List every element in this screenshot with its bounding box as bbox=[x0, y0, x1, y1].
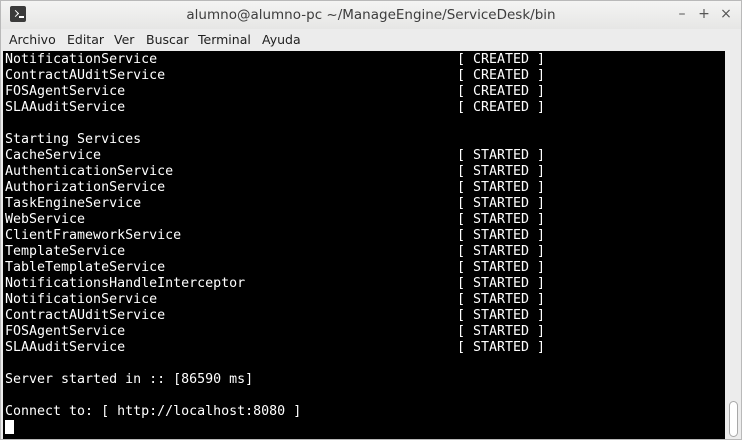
service-status: [ STARTED ] bbox=[457, 164, 546, 179]
service-status: [ STARTED ] bbox=[457, 148, 546, 163]
terminal-line: FOSAgentService [ STARTED ] bbox=[5, 324, 545, 340]
terminal-line: WebService [ STARTED ] bbox=[5, 212, 545, 228]
terminal-line-text: TableTemplateService bbox=[5, 260, 166, 275]
menu-terminal[interactable]: Terminal bbox=[198, 32, 251, 47]
service-status: [ STARTED ] bbox=[457, 292, 546, 307]
terminal-line: ContractAUditService [ STARTED ] bbox=[5, 308, 545, 324]
menu-bar: Archivo Editar Ver Buscar Terminal Ayuda bbox=[1, 29, 741, 51]
close-icon[interactable]: × bbox=[719, 7, 733, 21]
terminal-line-text: TaskEngineService bbox=[5, 196, 142, 211]
terminal-line: NotificationsHandleInterceptor [ STARTED … bbox=[5, 276, 545, 292]
terminal-line-text: ClientFrameworkService bbox=[5, 228, 182, 243]
title-bar[interactable]: alumno@alumno-pc ~/ManageEngine/ServiceD… bbox=[1, 1, 741, 29]
service-status: [ STARTED ] bbox=[457, 260, 546, 275]
terminal-line-text: ContractAUditService bbox=[5, 308, 166, 323]
window-title: alumno@alumno-pc ~/ManageEngine/ServiceD… bbox=[186, 7, 556, 23]
service-status: [ STARTED ] bbox=[457, 212, 546, 227]
service-status: [ CREATED ] bbox=[457, 68, 546, 83]
service-status: [ CREATED ] bbox=[457, 52, 546, 67]
terminal-line-text: TemplateService bbox=[5, 244, 126, 259]
terminal-line-text: FOSAgentService bbox=[5, 324, 126, 339]
terminal-line: TableTemplateService [ STARTED ] bbox=[5, 260, 545, 276]
terminal-window: alumno@alumno-pc ~/ManageEngine/ServiceD… bbox=[0, 0, 742, 440]
menu-ver[interactable]: Ver bbox=[114, 32, 134, 47]
scrollbar[interactable] bbox=[725, 51, 741, 439]
service-status: [ STARTED ] bbox=[457, 308, 546, 323]
terminal-line: SLAAuditService [ CREATED ] bbox=[5, 100, 545, 116]
menu-buscar[interactable]: Buscar bbox=[146, 32, 189, 47]
terminal-line-text: FOSAgentService bbox=[5, 84, 126, 99]
terminal-line-text: WebService bbox=[5, 212, 86, 227]
service-status: [ STARTED ] bbox=[457, 276, 546, 291]
service-status: [ STARTED ] bbox=[457, 228, 546, 243]
prompt-line[interactable] bbox=[5, 420, 14, 436]
text-cursor bbox=[5, 420, 14, 434]
terminal-line: SLAAuditService [ STARTED ] bbox=[5, 340, 545, 356]
menu-editar[interactable]: Editar bbox=[67, 32, 104, 47]
terminal-line-text: NotificationsHandleInterceptor bbox=[5, 276, 246, 291]
scrollbar-thumb[interactable] bbox=[729, 401, 738, 437]
terminal-line: AuthenticationService [ STARTED ] bbox=[5, 164, 545, 180]
terminal-line: AuthorizationService [ STARTED ] bbox=[5, 180, 545, 196]
menu-archivo[interactable]: Archivo bbox=[9, 32, 56, 47]
minimize-icon[interactable]: – bbox=[675, 7, 689, 21]
terminal-line: TaskEngineService [ STARTED ] bbox=[5, 196, 545, 212]
terminal-line: Server started in :: [86590 ms] bbox=[5, 372, 253, 388]
terminal-line-text: AuthenticationService bbox=[5, 164, 174, 179]
terminal-line: TemplateService [ STARTED ] bbox=[5, 244, 545, 260]
terminal-line: NotificationService [ STARTED ] bbox=[5, 292, 545, 308]
service-status: [ CREATED ] bbox=[457, 100, 546, 115]
terminal-line: FOSAgentService [ CREATED ] bbox=[5, 84, 545, 100]
service-status: [ STARTED ] bbox=[457, 340, 546, 355]
terminal-line: ClientFrameworkService [ STARTED ] bbox=[5, 228, 545, 244]
terminal-line: Connect to: [ http://localhost:8080 ] bbox=[5, 404, 301, 420]
service-status: [ STARTED ] bbox=[457, 180, 546, 195]
terminal-line-text: AuthorizationService bbox=[5, 180, 166, 195]
terminal-line-text: Starting Services bbox=[5, 132, 142, 147]
terminal-line: ContractAUditService [ CREATED ] bbox=[5, 68, 545, 84]
maximize-icon[interactable]: + bbox=[697, 7, 711, 21]
terminal-line: NotificationService [ CREATED ] bbox=[5, 52, 545, 68]
terminal-line-text: CacheService bbox=[5, 148, 102, 163]
service-status: [ STARTED ] bbox=[457, 244, 546, 259]
terminal-line-text: NotificationService bbox=[5, 52, 158, 67]
terminal-line: Starting Services bbox=[5, 132, 141, 148]
terminal-line-text: SLAAuditService bbox=[5, 340, 126, 355]
terminal-output[interactable]: NotificationService[ CREATED ] ContractAU… bbox=[3, 51, 725, 439]
service-status: [ STARTED ] bbox=[457, 196, 546, 211]
terminal-line-text: NotificationService bbox=[5, 292, 158, 307]
service-status: [ CREATED ] bbox=[457, 84, 546, 99]
terminal-line-text: SLAAuditService bbox=[5, 100, 126, 115]
menu-ayuda[interactable]: Ayuda bbox=[262, 32, 301, 47]
terminal-lines: NotificationService[ CREATED ] ContractAU… bbox=[5, 52, 545, 436]
terminal-line-text: Connect to: [ http://localhost:8080 ] bbox=[5, 404, 302, 419]
terminal-line-text: Server started in :: [86590 ms] bbox=[5, 372, 254, 387]
terminal-line-text: ContractAUditService bbox=[5, 68, 166, 83]
terminal-line: CacheService [ STARTED ] bbox=[5, 148, 545, 164]
service-status: [ STARTED ] bbox=[457, 324, 546, 339]
